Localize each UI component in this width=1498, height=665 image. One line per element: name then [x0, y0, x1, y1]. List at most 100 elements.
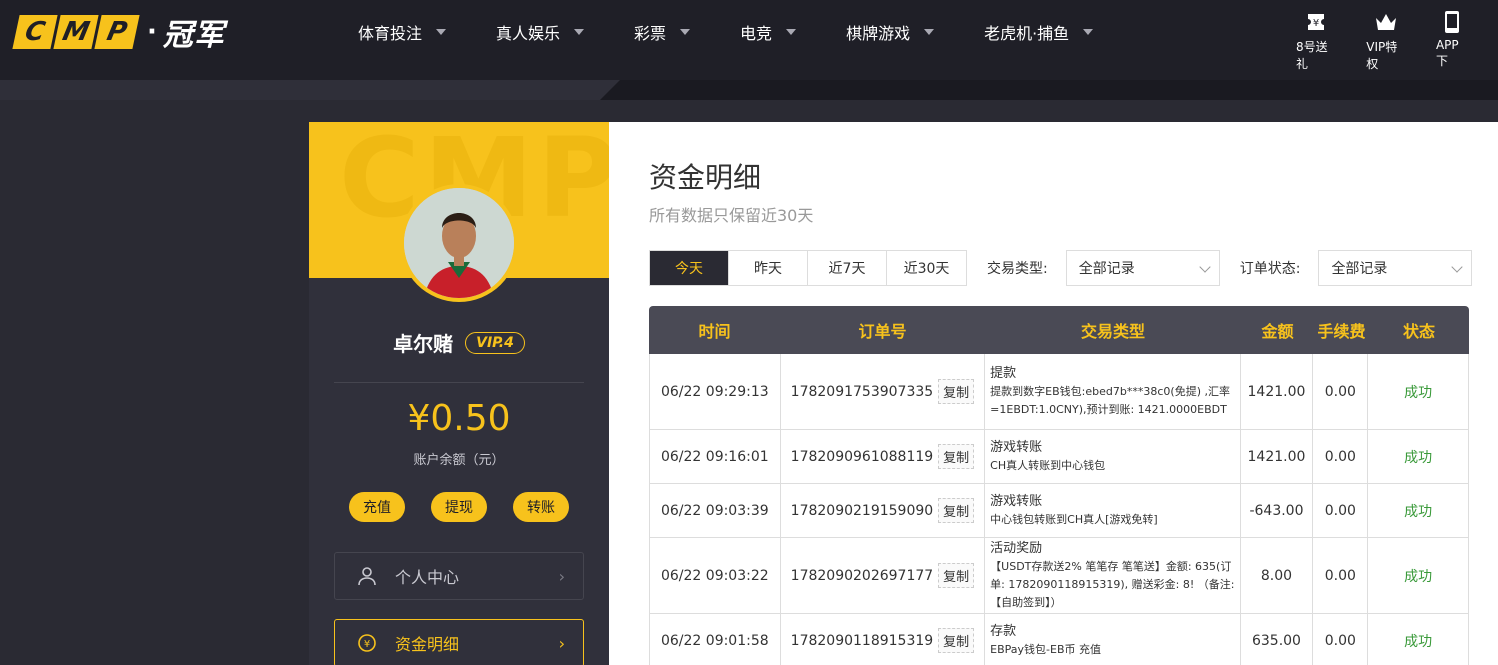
cell-type: 活动奖励 【USDT存款送2% 笔笔存 笔笔送】金额: 635(订单: 17820… — [985, 538, 1241, 613]
user-identity: 卓尔赌 VIP.4 — [309, 328, 609, 357]
logo-letter: P — [94, 15, 140, 49]
cell-order: 1782090961088119 复制 — [781, 430, 986, 483]
withdraw-button[interactable]: 提现 — [431, 492, 487, 522]
cell-time: 06/22 09:16:01 — [650, 430, 781, 483]
status-badge: 成功 — [1404, 503, 1433, 520]
cell-time: 06/22 09:03:22 — [650, 538, 781, 613]
cell-fee: 0.00 — [1313, 538, 1369, 613]
table-row: 06/22 09:01:58 1782090118915319 复制 存款 EBPa… — [649, 614, 1469, 665]
tab-last-30-days[interactable]: 近30天 — [887, 251, 966, 285]
cell-status: 成功 — [1368, 614, 1468, 665]
status-badge: 成功 — [1404, 449, 1433, 466]
sidebar-item-personal-center[interactable]: 个人中心 › — [334, 552, 584, 600]
header-band-accent — [600, 80, 1498, 100]
nav-card-games[interactable]: 棋牌游戏 — [846, 20, 935, 44]
table-row: 06/22 09:03:39 1782090219159090 复制 游戏转账 中心… — [649, 484, 1469, 538]
copy-button[interactable]: 复制 — [938, 498, 975, 523]
cell-type: 游戏转账 中心钱包转账到CH真人[游戏免转] — [985, 484, 1241, 537]
chevron-right-icon: › — [558, 566, 565, 586]
cell-amount: 8.00 — [1241, 538, 1314, 613]
nav-label: 电竞 — [740, 24, 773, 43]
cell-type: 游戏转账 CH真人转账到中心钱包 — [985, 430, 1241, 483]
nav-label: 体育投注 — [358, 24, 423, 43]
status-badge: 成功 — [1404, 568, 1433, 585]
sidebar-item-label: 资金明细 — [395, 635, 460, 654]
tab-last-7-days[interactable]: 近7天 — [808, 251, 887, 285]
logo-letter: C — [12, 15, 58, 49]
vip-link[interactable]: VIP特权 — [1366, 10, 1406, 72]
account-balance: ¥0.50 — [407, 398, 511, 439]
brand-logo[interactable]: C M P · 冠军 — [12, 14, 225, 53]
table-row: 06/22 09:16:01 1782090961088119 复制 游戏转账 CH… — [649, 430, 1469, 484]
date-range-tabs: 今天 昨天 近7天 近30天 — [649, 250, 967, 286]
transaction-type: 提款 — [990, 365, 1017, 381]
nav-esports[interactable]: 电竞 — [740, 20, 797, 44]
cell-time: 06/22 09:29:13 — [650, 354, 781, 429]
cell-fee: 0.00 — [1313, 614, 1369, 665]
select-value: 全部记录 — [1078, 261, 1135, 277]
tab-today[interactable]: 今天 — [650, 251, 729, 285]
avatar-photo — [404, 188, 514, 298]
transaction-desc: 提款到数字EB钱包:ebed7b***38c0(免提) ,汇率=1EBDT:1.… — [990, 384, 1230, 416]
copy-button[interactable]: 复制 — [938, 379, 975, 404]
order-number: 1782090961088119 — [790, 448, 934, 465]
cell-fee: 0.00 — [1313, 430, 1369, 483]
nav-sports[interactable]: 体育投注 — [358, 20, 447, 44]
caret-down-icon — [924, 29, 935, 35]
chevron-down-icon — [1199, 261, 1211, 273]
table-row: 06/22 09:03:22 1782090202697177 复制 活动奖励 【U… — [649, 538, 1469, 614]
caret-down-icon — [786, 29, 797, 35]
svg-text:¥: ¥ — [364, 639, 370, 650]
nav-slots-fishing[interactable]: 老虎机·捕鱼 — [984, 20, 1094, 44]
status-filter-label: 订单状态: — [1239, 261, 1301, 277]
ticket-icon: ¥ — [1308, 14, 1325, 30]
chevron-right-icon: › — [558, 633, 565, 653]
status-filter-select[interactable]: 全部记录 — [1318, 250, 1473, 286]
header-actions: ¥ 8号送礼 VIP特权 APP下 — [1296, 10, 1498, 72]
sidebar-divider — [334, 382, 584, 383]
copy-button[interactable]: 复制 — [938, 563, 975, 588]
copy-button[interactable]: 复制 — [938, 628, 975, 653]
app-download-link[interactable]: APP下 — [1436, 10, 1468, 72]
cell-order: 1782090219159090 复制 — [781, 484, 986, 537]
account-sidebar: CMP 卓尔赌 VIP.4 ¥0.50 账户余额（元） 充值 提现 转账 个人中… — [309, 122, 609, 665]
copy-button[interactable]: 复制 — [938, 444, 975, 469]
caret-down-icon — [436, 29, 447, 35]
transfer-button[interactable]: 转账 — [513, 492, 569, 522]
transaction-type: 存款 — [990, 623, 1017, 639]
status-badge: 成功 — [1404, 384, 1433, 401]
sidebar-item-label: 个人中心 — [395, 568, 460, 587]
cell-fee: 0.00 — [1313, 354, 1369, 429]
type-filter-select[interactable]: 全部记录 — [1065, 250, 1220, 286]
cell-order: 1782091753907335 复制 — [781, 354, 986, 429]
logo-letter: M — [53, 15, 99, 49]
cell-fee: 0.00 — [1313, 484, 1369, 537]
gift-link[interactable]: ¥ 8号送礼 — [1296, 10, 1336, 72]
deposit-button[interactable]: 充值 — [349, 492, 405, 522]
cell-status: 成功 — [1368, 354, 1468, 429]
main-panel: 资金明细 所有数据只保留近30天 今天 昨天 近7天 近30天 交易类型: 全部… — [609, 122, 1498, 665]
page-title: 资金明细 — [649, 161, 762, 194]
column-header: 状态 — [1402, 322, 1435, 341]
user-icon — [358, 567, 376, 586]
crown-icon — [1376, 14, 1397, 30]
logo-separator: · — [147, 17, 157, 47]
cell-status: 成功 — [1368, 484, 1468, 537]
avatar[interactable] — [400, 184, 518, 302]
sidebar-item-fund-details[interactable]: ¥ 资金明细 › — [334, 619, 584, 665]
page-subtitle: 所有数据只保留近30天 — [649, 206, 814, 225]
nav-live-casino[interactable]: 真人娱乐 — [496, 20, 585, 44]
transaction-type: 游戏转账 — [990, 439, 1043, 455]
cell-amount: 1421.00 — [1241, 430, 1314, 483]
cell-order: 1782090202697177 复制 — [781, 538, 986, 613]
column-header: 手续费 — [1317, 322, 1366, 341]
order-number: 1782090118915319 — [790, 632, 934, 649]
vip-badge[interactable]: VIP.4 — [465, 331, 525, 354]
cell-time: 06/22 09:01:58 — [650, 614, 781, 665]
nav-label: 老虎机·捕鱼 — [984, 24, 1070, 43]
tab-yesterday[interactable]: 昨天 — [729, 251, 808, 285]
cell-amount: 635.00 — [1241, 614, 1314, 665]
transaction-type: 游戏转账 — [990, 493, 1043, 509]
nav-lottery[interactable]: 彩票 — [634, 20, 691, 44]
username: 卓尔赌 — [393, 332, 454, 356]
